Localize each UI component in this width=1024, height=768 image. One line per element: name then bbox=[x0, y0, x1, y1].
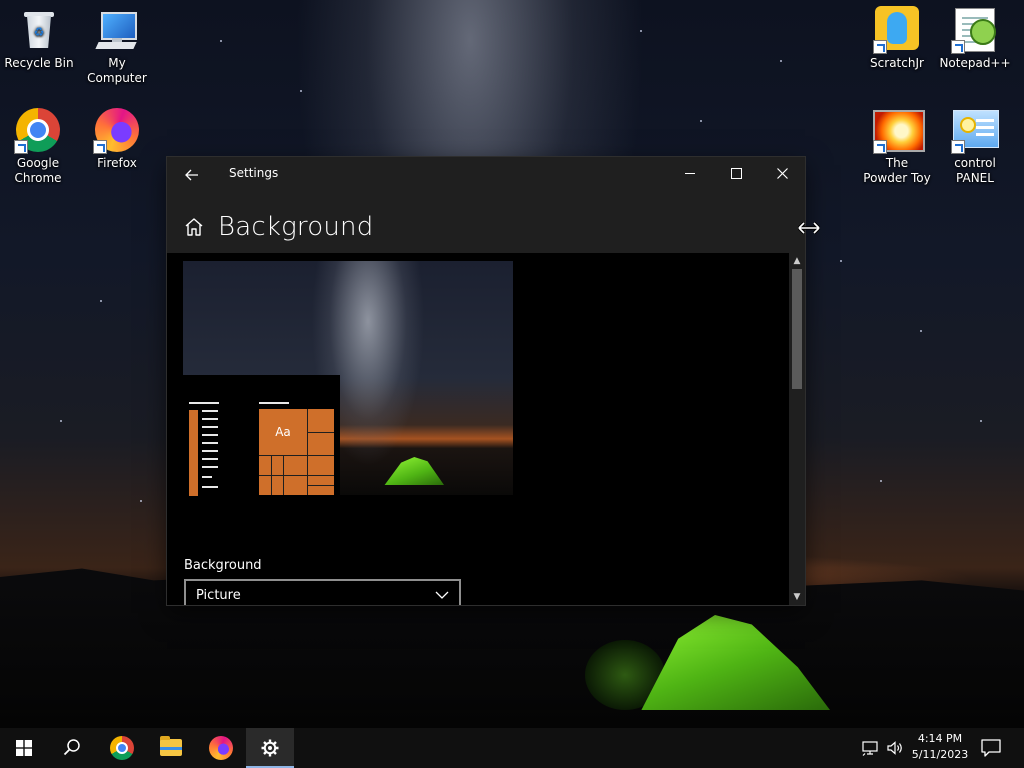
arrow-left-icon bbox=[185, 169, 198, 180]
desktop-icon-label: My Computer bbox=[87, 56, 147, 85]
minimize-button[interactable] bbox=[667, 157, 713, 190]
chrome-icon bbox=[110, 736, 134, 760]
desktop-icon-label: ScratchJr bbox=[870, 56, 924, 70]
maximize-icon bbox=[730, 167, 742, 179]
desktop-icon-label: Notepad++ bbox=[939, 56, 1011, 70]
taskbar-settings[interactable] bbox=[246, 728, 294, 768]
clock-time: 4:14 PM bbox=[917, 732, 963, 745]
window-title: Settings bbox=[229, 166, 279, 180]
chrome-icon bbox=[14, 106, 62, 154]
desktop-icon-my-computer[interactable]: My Computer bbox=[78, 6, 156, 86]
sample-text: Aa bbox=[275, 425, 291, 439]
close-button[interactable] bbox=[759, 157, 805, 190]
desktop-icon-label: Recycle Bin bbox=[4, 56, 74, 70]
start-button[interactable] bbox=[0, 728, 48, 768]
computer-icon bbox=[93, 6, 141, 54]
desktop-icon-label: Firefox bbox=[97, 156, 137, 170]
system-clock[interactable]: 4:14 PM 5/11/2023 bbox=[906, 731, 974, 763]
desktop-icon-powder-toy[interactable]: The Powder Toy bbox=[858, 106, 936, 186]
desktop-icon-label: control PANEL bbox=[954, 156, 996, 185]
start-icon bbox=[16, 740, 32, 756]
taskbar-search-button[interactable] bbox=[48, 728, 96, 768]
desktop-icon-notepad-plus-plus[interactable]: Notepad++ bbox=[936, 6, 1014, 71]
background-section-label: Background bbox=[184, 558, 262, 573]
page-header: Background bbox=[167, 202, 805, 252]
taskbar-chrome[interactable] bbox=[98, 728, 146, 768]
shortcut-arrow-icon bbox=[951, 40, 965, 54]
shortcut-arrow-icon bbox=[873, 140, 887, 154]
shortcut-arrow-icon bbox=[93, 140, 107, 154]
shortcut-arrow-icon bbox=[951, 140, 965, 154]
desktop-icon-scratchjr[interactable]: ScratchJr bbox=[858, 6, 936, 71]
desktop-icon-control-panel[interactable]: control PANEL bbox=[936, 106, 1014, 186]
firefox-icon bbox=[93, 106, 141, 154]
close-icon bbox=[776, 167, 788, 179]
taskbar-firefox[interactable] bbox=[197, 728, 245, 768]
theme-preview-mock: Aa bbox=[183, 375, 340, 496]
shortcut-arrow-icon bbox=[14, 140, 28, 154]
vertical-scrollbar[interactable]: ▲ ▼ bbox=[789, 253, 805, 605]
desktop-icon-firefox[interactable]: Firefox bbox=[78, 106, 156, 171]
title-bar[interactable]: Settings bbox=[167, 157, 805, 190]
resize-cursor-icon bbox=[797, 221, 821, 235]
content-area: Aa Background Picture bbox=[167, 253, 789, 605]
desktop-icon-label: The Powder Toy bbox=[863, 156, 931, 185]
scroll-down-arrow-icon[interactable]: ▼ bbox=[789, 589, 805, 605]
scroll-up-arrow-icon[interactable]: ▲ bbox=[789, 253, 805, 269]
volume-icon[interactable] bbox=[886, 739, 904, 757]
control-panel-icon bbox=[951, 106, 999, 154]
firefox-icon bbox=[209, 736, 233, 760]
desktop-icon-label: Google Chrome bbox=[14, 156, 62, 185]
taskbar: 4:14 PM 5/11/2023 bbox=[0, 728, 1024, 768]
shortcut-arrow-icon bbox=[873, 40, 887, 54]
home-icon[interactable] bbox=[183, 216, 205, 238]
settings-window: Settings Background Aa Background Pictur… bbox=[167, 157, 805, 605]
maximize-button[interactable] bbox=[713, 157, 759, 190]
minimize-icon bbox=[685, 172, 695, 174]
settings-gear-icon bbox=[261, 739, 279, 757]
scrollbar-thumb[interactable] bbox=[792, 269, 802, 389]
taskbar-file-explorer[interactable] bbox=[148, 728, 196, 768]
desktop-icon-recycle-bin[interactable]: ♻ Recycle Bin bbox=[0, 6, 78, 71]
background-type-dropdown[interactable]: Picture bbox=[184, 579, 461, 605]
powder-toy-icon bbox=[873, 106, 925, 154]
dropdown-selected-value: Picture bbox=[196, 588, 241, 603]
back-button[interactable] bbox=[177, 162, 207, 186]
recycle-bin-icon: ♻ bbox=[15, 6, 63, 54]
desktop-icon-google-chrome[interactable]: Google Chrome bbox=[0, 106, 76, 186]
network-icon[interactable] bbox=[862, 739, 880, 757]
clock-date: 5/11/2023 bbox=[911, 748, 969, 761]
chevron-down-icon bbox=[435, 591, 449, 599]
scratchjr-icon bbox=[873, 6, 921, 54]
search-icon bbox=[63, 739, 80, 756]
notepadpp-icon bbox=[951, 6, 999, 54]
file-explorer-icon bbox=[160, 736, 182, 756]
action-center-icon[interactable] bbox=[980, 738, 1002, 758]
page-title: Background bbox=[218, 212, 374, 242]
